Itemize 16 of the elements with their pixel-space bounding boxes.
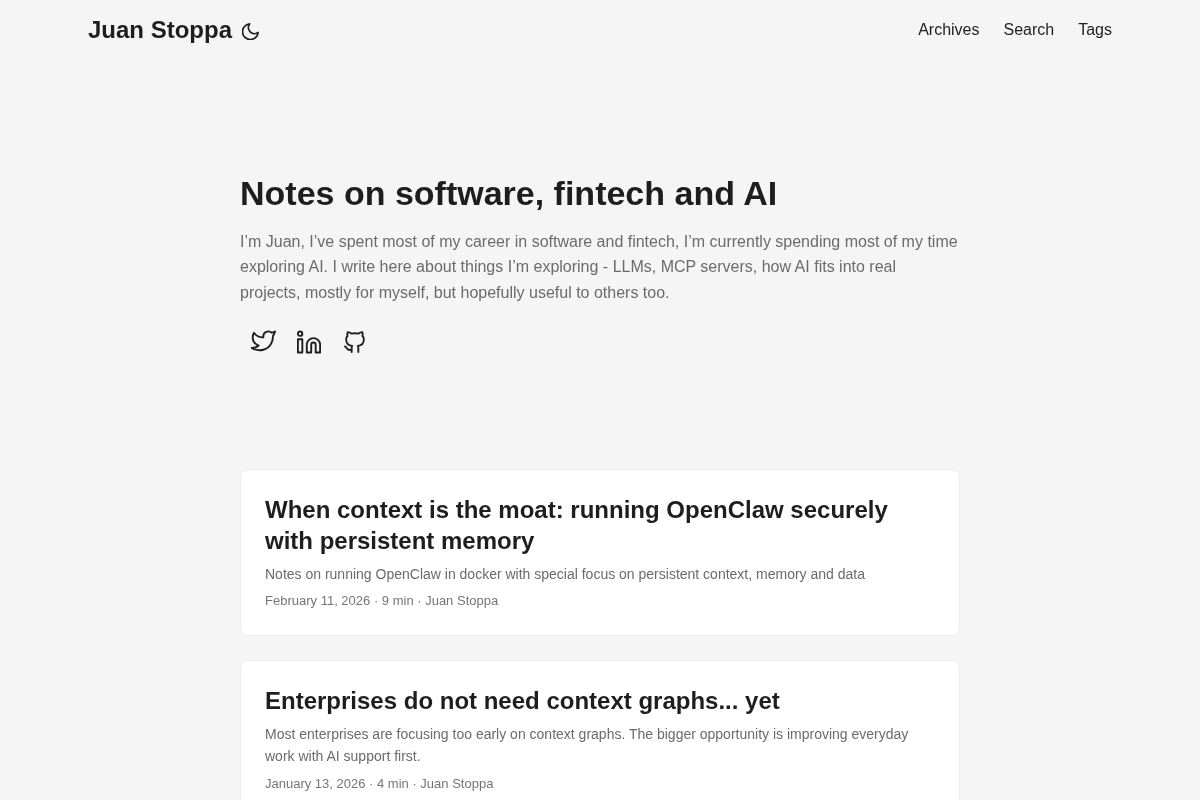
intro-paragraph: I’m Juan, I’ve spent most of my career in software and fintech, I’m currently spending most of my time exploring AI. I write here about things I’m exploring - LLMs, MCP servers, how AI fits into real projects, mostly for myself, but hopefully useful to others too. [240,231,959,303]
github-icon[interactable] [343,329,367,355]
post-title: When context is the moat: running OpenClaw securely with persistent memory [265,494,889,556]
nav-link[interactable]: Search [1003,18,1055,42]
post-summary: Most enterprises are focusing too early on context graphs. The bigger opportunity is improving everyday work with AI support first. [265,725,910,767]
linkedin-icon[interactable] [297,329,321,354]
page-heading: Notes on software, fintech and AI [240,173,779,214]
post-title: Enterprises do not need context graphs... yet [265,686,781,716]
bird-icon[interactable] [250,330,276,354]
nav-link[interactable]: Tags [1078,18,1112,42]
post-meta: February 11, 2026 · 9 min · Juan Stoppa [265,593,500,610]
site-title[interactable]: Juan Stoppa [88,15,232,45]
nav-link[interactable]: Archives [918,18,980,42]
moon-icon[interactable] [242,22,259,40]
post-summary: Notes on running OpenClaw in docker with special focus on persistent context, memory and data [265,564,866,584]
post-meta: January 13, 2026 · 4 min · Juan Stoppa [265,775,495,793]
